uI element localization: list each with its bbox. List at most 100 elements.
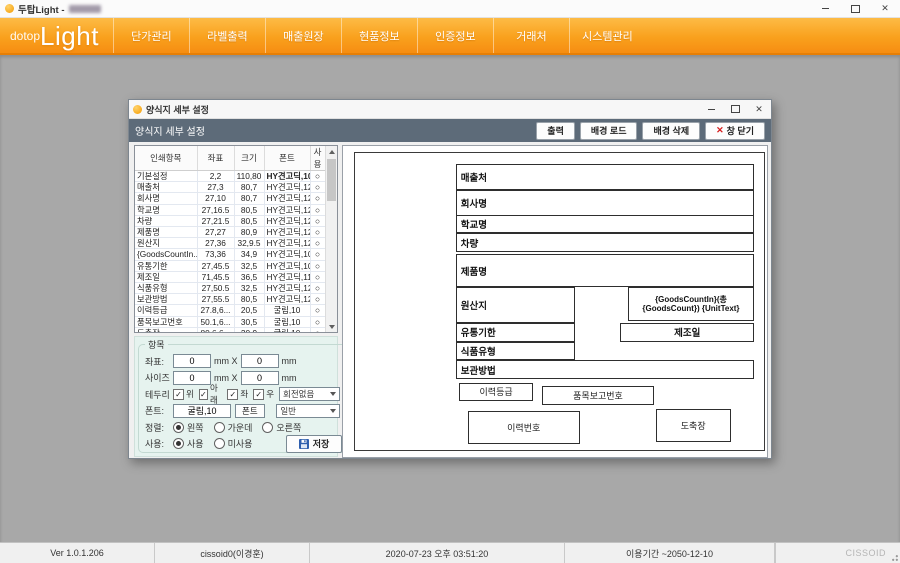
preview-box[interactable]: 유통기한: [456, 323, 575, 342]
border-checkbox-우[interactable]: ✓우: [253, 388, 274, 400]
table-row[interactable]: 도축장80.6,6...20,9굴림,10○: [135, 327, 325, 333]
radio-selected-icon: [173, 438, 184, 449]
align-radio-오른쪽[interactable]: 오른쪽: [262, 421, 301, 434]
resize-grip[interactable]: [892, 555, 898, 561]
preview-box[interactable]: 학교명: [456, 215, 755, 234]
border-label: 테두리: [145, 388, 173, 401]
rotation-value: 회전없음: [283, 388, 314, 400]
maximize-button[interactable]: [840, 0, 870, 17]
border-checkbox-아래[interactable]: ✓아래: [199, 382, 223, 406]
checkbox-label: 아래: [210, 382, 222, 406]
close-button[interactable]: ✕: [870, 0, 900, 17]
align-label: 정렬:: [145, 421, 173, 434]
cell: HY견고딕,10: [264, 171, 310, 182]
preview-box-label: {GoodsCountIn}(총 {GoodsCount}) {UnitText…: [629, 295, 754, 314]
column-header-폰트[interactable]: 폰트: [264, 146, 310, 171]
use-radio-사용[interactable]: 사용: [173, 437, 204, 450]
menu-item-매출원장[interactable]: 매출원장: [265, 18, 341, 53]
column-header-사용[interactable]: 사용: [310, 146, 325, 171]
status-brand: CISSOID: [775, 543, 900, 563]
table-row[interactable]: 유통기한27,45.532,5HY견고딕,10○: [135, 260, 325, 271]
scrollbar-thumb[interactable]: [327, 159, 336, 201]
preview-box[interactable]: 원산지: [456, 287, 575, 322]
toolbar-button-배경 로드[interactable]: 배경 로드: [580, 122, 638, 140]
close-icon: ✕: [881, 4, 889, 13]
preview-box[interactable]: 제조일: [620, 323, 754, 342]
border-checkbox-좌[interactable]: ✓좌: [227, 388, 248, 400]
cell: 27,21.5: [197, 215, 234, 226]
align-radio-가운데[interactable]: 가운데: [214, 421, 253, 434]
table-row[interactable]: 회사명27,1080,7HY견고딕,12○: [135, 193, 325, 204]
font-input[interactable]: [173, 404, 231, 418]
cell: 도축장: [135, 327, 197, 333]
cell: 80,9: [234, 227, 264, 238]
dialog-maximize-button[interactable]: [723, 100, 747, 118]
menu-item-라벨출력[interactable]: 라벨출력: [189, 18, 265, 53]
align-radio-왼쪽[interactable]: 왼쪽: [173, 421, 204, 434]
preview-box[interactable]: 이력번호: [468, 411, 580, 445]
cell: 80,5: [234, 215, 264, 226]
table-row[interactable]: 이력등급27.8,6...20,5굴림,10○: [135, 305, 325, 316]
cell: 80,5: [234, 294, 264, 305]
main-menubar: dotopLight 단가관리라벨출력매출원장현품정보인증정보거래처시스템관리: [0, 18, 900, 55]
table-row[interactable]: 품목보고번호50.1,6...30,5굴림,10○: [135, 316, 325, 327]
table-row[interactable]: 기본설정2,2110,80HY견고딕,10○: [135, 171, 325, 182]
preview-box[interactable]: {GoodsCountIn}(총 {GoodsCount}) {UnitText…: [628, 287, 755, 321]
column-header-인쇄항목[interactable]: 인쇄항목: [135, 146, 197, 171]
table-row[interactable]: 차량27,21.580,5HY견고딕,12○: [135, 215, 325, 226]
minimize-button[interactable]: [810, 0, 840, 17]
table-row[interactable]: 원산지27,3632,9.5HY견고딕,12○: [135, 238, 325, 249]
preview-box[interactable]: 품목보고번호: [542, 386, 654, 405]
font-picker-button[interactable]: 폰트: [235, 404, 265, 418]
table-row[interactable]: 제품명27,2780,9HY견고딕,12○: [135, 227, 325, 238]
preview-box-label: 품목보고번호: [573, 389, 623, 402]
style-value: 일반: [280, 405, 296, 417]
table-row[interactable]: 보관방법27,55.580,5HY견고딕,12○: [135, 294, 325, 305]
coord-y-input[interactable]: [241, 354, 279, 368]
style-select[interactable]: 일반: [276, 404, 340, 418]
cell: ○: [310, 204, 325, 215]
menu-item-거래처[interactable]: 거래처: [493, 18, 569, 53]
preview-box[interactable]: 이력등급: [459, 383, 534, 402]
preview-box[interactable]: 차량: [456, 233, 755, 252]
table-row[interactable]: 제조일71,45.536,5HY견고딕,11○: [135, 271, 325, 282]
dialog-close-window-button[interactable]: ✕창 닫기: [705, 122, 765, 140]
list-scrollbar[interactable]: [325, 146, 337, 332]
scroll-down-icon[interactable]: [326, 321, 337, 332]
table-row[interactable]: 식품유형27,50.532,5HY견고딕,12○: [135, 283, 325, 294]
dialog-icon: [133, 105, 142, 114]
preview-box[interactable]: 보관방법: [456, 360, 755, 379]
save-button[interactable]: 저장: [286, 435, 343, 453]
rotation-select[interactable]: 회전없음: [279, 387, 340, 401]
column-header-크기[interactable]: 크기: [234, 146, 264, 171]
menu-item-단가관리[interactable]: 단가관리: [113, 18, 189, 53]
use-radio-미사용[interactable]: 미사용: [214, 437, 253, 450]
dialog-minimize-button[interactable]: [699, 100, 723, 118]
cell: HY견고딕,10: [264, 249, 310, 260]
print-items-list[interactable]: 인쇄항목좌표크기폰트사용 기본설정2,2110,80HY견고딕,10○매출처27…: [134, 145, 338, 333]
table-row[interactable]: 학교명27,16.580,5HY견고딕,12○: [135, 204, 325, 215]
toolbar-buttons: 출력 배경 로드배경 삭제 ✕창 닫기: [536, 122, 765, 140]
cell: 73,36: [197, 249, 234, 260]
preview-box[interactable]: 식품유형: [456, 342, 575, 361]
preview-box[interactable]: 제품명: [456, 254, 755, 288]
item-editor-panel: 항목 좌표: mm X mm 사이즈 mm X: [134, 336, 338, 457]
menu-item-현품정보[interactable]: 현품정보: [341, 18, 417, 53]
menu-item-인증정보[interactable]: 인증정보: [417, 18, 493, 53]
preview-box[interactable]: 회사명: [456, 190, 755, 216]
toolbar-button-출력[interactable]: 출력: [536, 122, 575, 140]
preview-box[interactable]: 도축장: [656, 409, 731, 443]
unit-label: mm: [282, 356, 297, 366]
table-row[interactable]: 매출처27,380,7HY견고딕,12○: [135, 182, 325, 193]
column-header-좌표[interactable]: 좌표: [197, 146, 234, 171]
preview-box[interactable]: 매출처: [456, 164, 755, 190]
coord-x-input[interactable]: [173, 354, 211, 368]
toolbar-button-배경 삭제[interactable]: 배경 삭제: [642, 122, 700, 140]
scroll-up-icon[interactable]: [326, 146, 337, 157]
dialog-close-button[interactable]: ✕: [747, 100, 771, 118]
table-row[interactable]: {GoodsCountIn...73,3634,9HY견고딕,10○: [135, 249, 325, 260]
border-checkbox-위[interactable]: ✓위: [173, 388, 194, 400]
item-groupbox: 항목 좌표: mm X mm 사이즈 mm X: [138, 338, 347, 453]
window-controls: ✕: [810, 0, 900, 17]
menu-item-시스템관리[interactable]: 시스템관리: [569, 18, 645, 53]
